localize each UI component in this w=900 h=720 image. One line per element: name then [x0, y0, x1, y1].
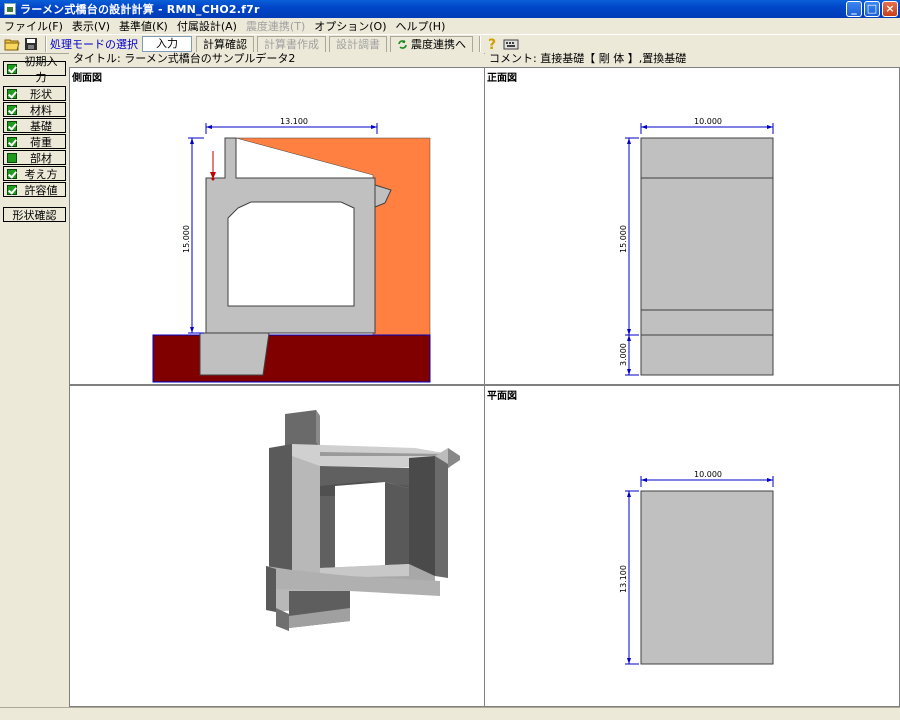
side-view-label: 側面図 — [72, 73, 102, 84]
plan-view-pane[interactable]: 平面図 10.000 13.100 — [484, 385, 900, 707]
front-height-dim: 15.000 — [619, 225, 628, 253]
front-body — [640, 137, 774, 376]
window-title: ラーメン式橋台の設計計算 - RMN_CHO2.f7r — [20, 3, 260, 16]
front-width-dim: 10.000 — [694, 117, 722, 126]
main-area: タイトル: ラーメン式橋台のサンプルデータ2 コメント: 直接基礎【 剛 体 】… — [69, 52, 900, 707]
front-view-pane[interactable]: 正面図 10.000 15.000 3.000 — [484, 67, 900, 385]
sidebar-item-shape[interactable]: 形状 — [3, 86, 66, 101]
menu-view[interactable]: 表示(V) — [72, 18, 110, 34]
checkbox-icon — [7, 104, 17, 115]
plan-body — [640, 490, 774, 665]
ground-layer — [152, 334, 431, 383]
mode-select-label: 処理モードの選択 — [50, 38, 138, 51]
mode-select-box[interactable]: 入力 — [142, 36, 192, 52]
checkbox-icon — [7, 136, 17, 147]
plan-view-drawing: 10.000 13.100 — [619, 470, 774, 665]
close-button[interactable]: × — [882, 1, 898, 17]
menu-file[interactable]: ファイル(F) — [4, 18, 63, 34]
front-view-label: 正面図 — [487, 73, 517, 84]
sidebar-item-allowable[interactable]: 許容値 — [3, 182, 66, 197]
side-view-pane[interactable]: 側面図 13.100 15.000 — [69, 67, 485, 385]
minimize-button[interactable]: _ — [846, 1, 862, 17]
side-height-dim: 15.000 — [182, 225, 191, 253]
sidebar: 初期入力 形状 材料 基礎 荷重 部材 考え方 許容値 形状確認 — [0, 55, 68, 707]
plan-view-label: 平面図 — [487, 391, 517, 402]
title-header: タイトル: ラーメン式橋台のサンプルデータ2 — [69, 52, 484, 66]
checkbox-icon — [7, 120, 17, 131]
menu-options[interactable]: オプション(O) — [314, 18, 386, 34]
culvert-opening — [227, 201, 355, 307]
side-view-drawing: 13.100 15.000 — [152, 117, 431, 383]
front-view-drawing: 10.000 15.000 3.000 — [619, 117, 774, 376]
design-report-button[interactable]: 設計調書 — [329, 35, 387, 53]
sidebar-item-shape-confirm[interactable]: 形状確認 — [3, 207, 66, 222]
plan-width-dim: 10.000 — [694, 470, 722, 479]
app-icon — [4, 3, 16, 15]
seismic-link-button[interactable]: 震度連携へ — [390, 35, 473, 53]
toolbar-separator — [45, 36, 47, 52]
3d-view-drawing — [266, 410, 460, 631]
sidebar-item-foundation[interactable]: 基礎 — [3, 118, 66, 133]
menu-seismic-link[interactable]: 震度連携(T) — [246, 18, 305, 34]
front-footing-dim: 3.000 — [619, 343, 628, 366]
sidebar-item-member[interactable]: 部材 — [3, 150, 66, 165]
toolbar-separator — [479, 36, 481, 52]
checkbox-icon — [7, 152, 17, 163]
checkbox-icon — [7, 184, 17, 195]
calc-check-button[interactable]: 計算確認 — [196, 35, 254, 53]
save-disk-icon[interactable] — [23, 36, 39, 52]
3d-view-pane[interactable] — [69, 385, 485, 707]
plan-height-dim: 13.100 — [619, 565, 628, 593]
checkbox-icon — [7, 63, 17, 74]
title-bar: ラーメン式橋台の設計計算 - RMN_CHO2.f7r _ □ × — [0, 0, 900, 18]
refresh-arrows-icon — [398, 39, 407, 49]
menu-standard-values[interactable]: 基準値(K) — [119, 18, 168, 34]
sidebar-item-material[interactable]: 材料 — [3, 102, 66, 117]
footing — [199, 332, 270, 376]
comment-header: コメント: 直接基礎【 剛 体 】,置換基礎 — [485, 52, 900, 66]
menu-bar: ファイル(F) 表示(V) 基準値(K) 付属設計(A) 震度連携(T) オプシ… — [0, 18, 900, 34]
report-create-button[interactable]: 計算書作成 — [257, 35, 326, 53]
sidebar-item-load[interactable]: 荷重 — [3, 134, 66, 149]
menu-attached-design[interactable]: 付属設計(A) — [177, 18, 237, 34]
maximize-button[interactable]: □ — [864, 1, 880, 17]
open-folder-icon[interactable] — [4, 36, 20, 52]
status-bar — [0, 707, 900, 720]
keyboard-icon[interactable] — [503, 36, 519, 52]
sidebar-item-initial-input[interactable]: 初期入力 — [3, 55, 66, 84]
toolbar: 処理モードの選択 入力 計算確認 計算書作成 設計調書 震度連携へ ? — [0, 34, 900, 54]
checkbox-icon — [7, 88, 17, 99]
help-icon[interactable]: ? — [484, 36, 500, 52]
menu-help[interactable]: ヘルプ(H) — [396, 18, 446, 34]
seismic-link-label: 震度連携へ — [411, 37, 466, 51]
side-width-dim: 13.100 — [280, 117, 308, 126]
sidebar-item-approach[interactable]: 考え方 — [3, 166, 66, 181]
checkbox-icon — [7, 168, 17, 179]
svg-text:?: ? — [488, 37, 496, 52]
